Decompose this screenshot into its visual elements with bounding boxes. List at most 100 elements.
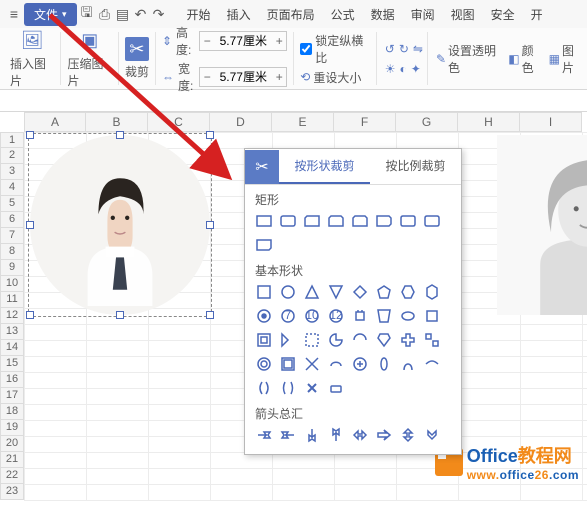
- shape-basic-17[interactable]: [279, 331, 297, 349]
- shape-rect-4[interactable]: [351, 212, 369, 230]
- selected-picture[interactable]: [30, 135, 210, 315]
- shape-basic-21[interactable]: [375, 331, 393, 349]
- shape-arrow-4[interactable]: [351, 426, 369, 444]
- handle-l[interactable]: [26, 221, 34, 229]
- shape-basic-23[interactable]: [423, 331, 441, 349]
- tab-crop-by-shape[interactable]: 按形状裁剪: [279, 149, 370, 184]
- effects-icon[interactable]: ✦: [411, 62, 421, 76]
- shape-rect-8[interactable]: [255, 236, 273, 254]
- contrast-icon[interactable]: ◐: [400, 62, 407, 76]
- col-C[interactable]: C: [148, 112, 210, 132]
- height-decrement[interactable]: −: [200, 34, 214, 48]
- col-D[interactable]: D: [210, 112, 272, 132]
- shape-basic-27[interactable]: [327, 355, 345, 373]
- tab-security[interactable]: 安全: [483, 2, 523, 27]
- shape-rect-3[interactable]: [327, 212, 345, 230]
- dropdown-crop-icon[interactable]: ✂: [245, 150, 279, 184]
- tab-more[interactable]: 开: [523, 2, 551, 27]
- column-headers[interactable]: A B C D E F G H I: [24, 112, 587, 132]
- row-headers[interactable]: 1 2 3 4 5 6 7 8 9 10 11 12 13 14 15 16 1…: [0, 132, 24, 500]
- shape-rect-5[interactable]: [375, 212, 393, 230]
- row-21[interactable]: 21: [0, 452, 24, 468]
- row-6[interactable]: 6: [0, 212, 24, 228]
- shape-basic-14[interactable]: [399, 307, 417, 325]
- row-7[interactable]: 7: [0, 228, 24, 244]
- shape-basic-8[interactable]: [255, 307, 273, 325]
- print-icon[interactable]: ⎙: [97, 6, 113, 22]
- row-11[interactable]: 11: [0, 292, 24, 308]
- shape-basic-6[interactable]: [399, 283, 417, 301]
- row-23[interactable]: 23: [0, 484, 24, 500]
- redo-icon[interactable]: ↷: [151, 6, 167, 22]
- shape-basic-34[interactable]: [303, 379, 321, 397]
- col-I[interactable]: I: [520, 112, 582, 132]
- brightness-icon[interactable]: ☀: [385, 62, 396, 76]
- shape-basic-33[interactable]: [279, 379, 297, 397]
- row-13[interactable]: 13: [0, 324, 24, 340]
- handle-tr[interactable]: [206, 131, 214, 139]
- shape-basic-0[interactable]: [255, 283, 273, 301]
- width-spinner[interactable]: − 5.77厘米 +: [199, 67, 287, 87]
- row-22[interactable]: 22: [0, 468, 24, 484]
- shape-arrow-0[interactable]: [255, 426, 273, 444]
- shape-basic-15[interactable]: [423, 307, 441, 325]
- row-16[interactable]: 16: [0, 372, 24, 388]
- col-A[interactable]: A: [24, 112, 86, 132]
- tab-view[interactable]: 视图: [443, 2, 483, 27]
- shape-basic-35[interactable]: [327, 379, 345, 397]
- shape-basic-12[interactable]: [351, 307, 369, 325]
- flip-h-icon[interactable]: ⇋: [413, 42, 423, 56]
- shape-basic-25[interactable]: [279, 355, 297, 373]
- shape-arrow-3[interactable]: [327, 426, 345, 444]
- shape-basic-31[interactable]: [423, 355, 441, 373]
- row-15[interactable]: 15: [0, 356, 24, 372]
- height-increment[interactable]: +: [272, 34, 286, 48]
- row-10[interactable]: 10: [0, 276, 24, 292]
- width-increment[interactable]: +: [272, 70, 286, 84]
- shape-arrow-5[interactable]: [375, 426, 393, 444]
- shape-basic-28[interactable]: [351, 355, 369, 373]
- shape-basic-26[interactable]: [303, 355, 321, 373]
- col-B[interactable]: B: [86, 112, 148, 132]
- shape-basic-7[interactable]: [423, 283, 441, 301]
- row-18[interactable]: 18: [0, 404, 24, 420]
- shape-basic-29[interactable]: [375, 355, 393, 373]
- crop-button[interactable]: ✂ 裁剪: [125, 37, 149, 80]
- shape-basic-18[interactable]: [303, 331, 321, 349]
- shape-basic-30[interactable]: [399, 355, 417, 373]
- row-2[interactable]: 2: [0, 148, 24, 164]
- row-20[interactable]: 20: [0, 436, 24, 452]
- set-transparent-button[interactable]: ✎ 设置透明色: [436, 42, 502, 76]
- row-12[interactable]: 12: [0, 308, 24, 324]
- shape-basic-16[interactable]: [255, 331, 273, 349]
- formula-bar[interactable]: [0, 90, 587, 112]
- height-spinner[interactable]: − 5.77厘米 +: [199, 31, 287, 51]
- compress-picture-button[interactable]: ▣ 压缩图片: [67, 29, 111, 89]
- shape-basic-19[interactable]: [327, 331, 345, 349]
- color-button[interactable]: ◧ 颜色: [508, 42, 542, 76]
- lock-ratio-checkbox[interactable]: 锁定纵横比: [300, 32, 369, 66]
- picture-more-button[interactable]: ▦ 图片: [549, 42, 583, 76]
- row-5[interactable]: 5: [0, 196, 24, 212]
- menu-icon[interactable]: ≡: [6, 6, 22, 22]
- row-9[interactable]: 9: [0, 260, 24, 276]
- shape-arrow-7[interactable]: [423, 426, 441, 444]
- rotate-left-icon[interactable]: ↺: [385, 42, 395, 56]
- shape-arrow-1[interactable]: [279, 426, 297, 444]
- rotate-right-icon[interactable]: ↻: [399, 42, 409, 56]
- shape-basic-24[interactable]: [255, 355, 273, 373]
- handle-r[interactable]: [206, 221, 214, 229]
- file-menu[interactable]: 文件 ▾: [24, 3, 77, 26]
- shape-basic-20[interactable]: [351, 331, 369, 349]
- tab-formula[interactable]: 公式: [323, 2, 363, 27]
- tab-review[interactable]: 审阅: [403, 2, 443, 27]
- height-value[interactable]: 5.77厘米: [214, 32, 272, 49]
- insert-picture-button[interactable]: 🖼 插入图片: [10, 29, 54, 89]
- handle-b[interactable]: [116, 311, 124, 319]
- shape-rect-0[interactable]: [255, 212, 273, 230]
- undo-icon[interactable]: ↶: [133, 6, 149, 22]
- shape-rect-6[interactable]: [399, 212, 417, 230]
- shape-rect-7[interactable]: [423, 212, 441, 230]
- row-14[interactable]: 14: [0, 340, 24, 356]
- save-icon[interactable]: 🖫: [79, 6, 95, 22]
